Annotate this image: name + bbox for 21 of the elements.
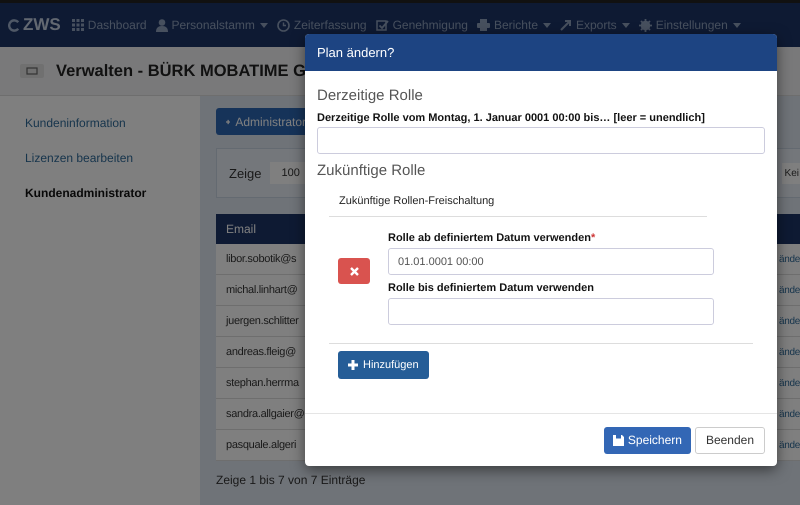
- modal-title: Plan ändern?: [317, 45, 394, 60]
- logo-text: ZWS: [23, 15, 61, 35]
- email-cell: sandra.allgaier@: [226, 408, 305, 420]
- table-info: Zeige 1 bis 7 von 7 Einträge: [216, 473, 366, 487]
- section-heading: Derzeitige Rolle: [317, 87, 424, 104]
- show-label: Zeige: [229, 166, 262, 180]
- field-label: Rolle bis definiertem Datum verwenden: [388, 282, 594, 294]
- email-cell: stephan.herrma: [226, 377, 299, 389]
- email-cell: andreas.fleig@: [226, 346, 296, 358]
- page-title: Verwalten - BÜRK MOBATIME G: [56, 62, 306, 80]
- section-heading: Zukünftige Rolle: [317, 162, 426, 179]
- subsection-heading: Zukünftige Rollen-Freischaltung: [339, 195, 496, 207]
- column-header: Email: [226, 222, 256, 236]
- filter-label: Kei: [782, 162, 800, 184]
- email-cell: pasquale.algeri: [226, 439, 296, 451]
- email-cell: juergen.schlitter: [226, 315, 299, 327]
- email-cell: libor.sobotik@s: [226, 253, 296, 265]
- email-cell: michal.linhart@: [226, 284, 298, 296]
- field-label: Derzeitige Rolle vom Montag, 1. Januar 0001 00:00 bis… [leer = unendlich]: [317, 112, 706, 124]
- field-label: Rolle ab definiertem Datum verwenden: [388, 232, 591, 244]
- required-mark: *: [590, 232, 596, 244]
